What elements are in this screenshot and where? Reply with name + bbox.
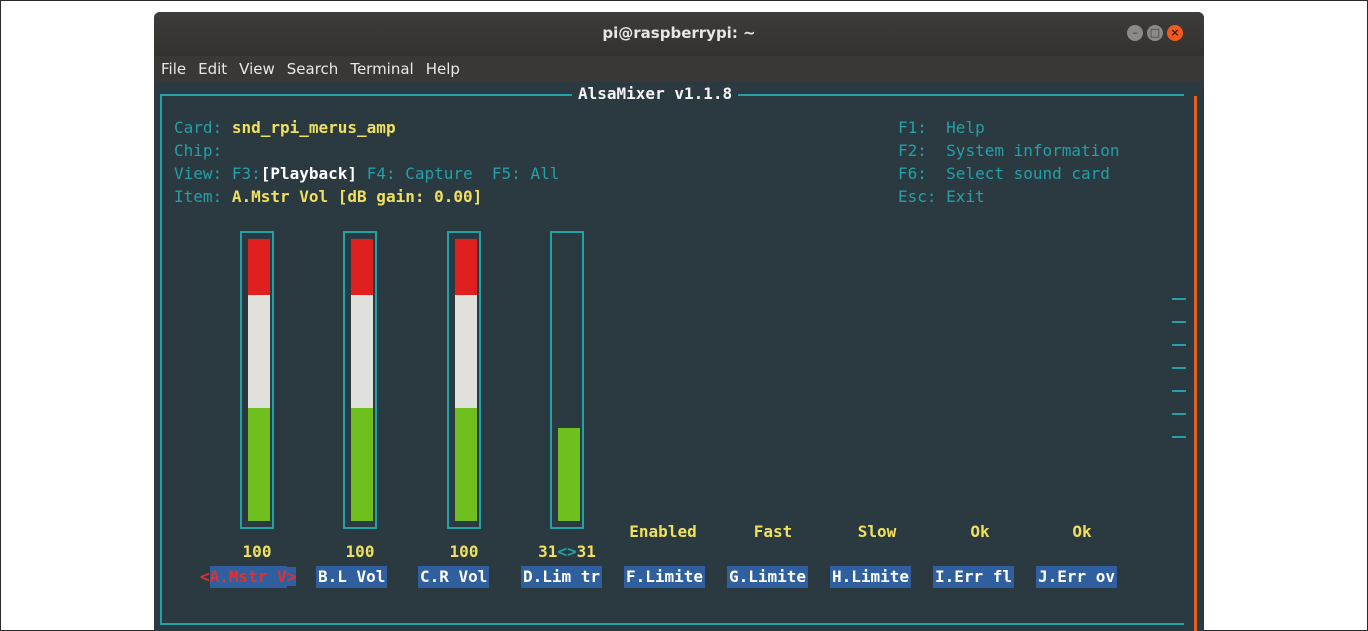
help-key: Esc: — [898, 187, 937, 206]
select-marker-left: < — [200, 567, 210, 586]
scroll-tick — [1172, 436, 1186, 438]
scroll-tick — [1172, 367, 1186, 369]
level-value-d: 31<>31 — [522, 542, 612, 561]
selected-control[interactable]: <A.Mstr V> — [200, 566, 297, 588]
bar-fill-green — [455, 408, 477, 521]
menu-help[interactable]: Help — [423, 56, 463, 82]
maximize-button[interactable]: □ — [1147, 25, 1163, 41]
level-separator: <> — [557, 542, 577, 561]
switch-status: Fast — [753, 522, 793, 541]
bar-fill-white — [248, 295, 270, 408]
view-playback[interactable]: [Playback] — [261, 164, 357, 183]
item-line: Item: A.Mstr Vol [dB gain: 0.00] — [174, 187, 482, 206]
scroll-tick — [1172, 413, 1186, 415]
control-f-limite[interactable]: F.Limite — [624, 566, 706, 588]
card-label: Card: — [174, 118, 223, 137]
scroll-tick — [1172, 298, 1186, 300]
switch-status: Enabled — [629, 522, 697, 541]
bar-fill-green — [351, 408, 373, 521]
menu-edit[interactable]: Edit — [195, 56, 230, 82]
mixer-title: AlsaMixer v1.1.8 — [572, 84, 739, 103]
chip-label: Chip: — [174, 141, 223, 160]
level-value-b: 100 — [345, 542, 375, 561]
help-label: Help — [946, 118, 985, 137]
switch-status: Ok — [1072, 522, 1092, 541]
control-j-err-ov[interactable]: J.Err ov — [1036, 566, 1118, 588]
help-label: Exit — [946, 187, 985, 206]
scroll-tick — [1172, 344, 1186, 346]
terminal-area[interactable]: AlsaMixer v1.1.8 Card: snd_rpi_merus_amp… — [154, 82, 1204, 631]
help-label: System information — [946, 141, 1120, 160]
volume-bar-a[interactable] — [240, 231, 274, 529]
volume-bar-d[interactable] — [550, 231, 584, 529]
level-left: 31 — [538, 542, 558, 561]
scroll-tick — [1172, 390, 1186, 392]
switch-status: Ok — [970, 522, 990, 541]
terminal-window[interactable]: pi@raspberrypi: ~ – □ × File Edit View Sear… — [154, 12, 1204, 631]
help-key: F2: — [898, 141, 927, 160]
control-d-lim-tr[interactable]: D.Lim tr — [521, 566, 603, 588]
view-line: View: F3:[Playback] F4: Capture F5: All — [174, 164, 559, 183]
view-f3-key[interactable]: F3: — [232, 164, 261, 183]
view-capture[interactable]: F4: Capture — [367, 164, 473, 183]
window-title: pi@raspberrypi: ~ — [602, 24, 756, 42]
view-all[interactable]: F5: All — [492, 164, 559, 183]
menu-terminal[interactable]: Terminal — [347, 56, 416, 82]
level-right: 31 — [576, 542, 596, 561]
help-key: F1: — [898, 118, 927, 137]
bar-fill-green — [558, 428, 580, 521]
menu-search[interactable]: Search — [284, 56, 342, 82]
help-esc: Esc: Exit — [898, 187, 985, 206]
bar-fill-red — [455, 239, 477, 295]
control-g-limite[interactable]: G.Limite — [727, 566, 809, 588]
select-marker-right: > — [286, 567, 297, 586]
control-a-mstr[interactable]: A.Mstr V — [209, 566, 287, 588]
bar-fill-red — [351, 239, 373, 295]
bar-fill-white — [351, 295, 373, 408]
level-value-c: 100 — [449, 542, 479, 561]
card-line: Card: snd_rpi_merus_amp — [174, 118, 396, 137]
help-f6: F6: Select sound card — [898, 164, 1110, 183]
control-i-err-fl[interactable]: I.Err fl — [933, 566, 1015, 588]
volume-bar-b[interactable] — [343, 231, 377, 529]
scroll-tick — [1172, 321, 1186, 323]
switch-status: Slow — [857, 522, 897, 541]
bar-fill-green — [248, 408, 270, 521]
close-button[interactable]: × — [1167, 25, 1183, 41]
bar-fill-red — [248, 239, 270, 295]
menu-view[interactable]: View — [236, 56, 278, 82]
chip-line: Chip: — [174, 141, 222, 160]
bar-fill-white — [455, 295, 477, 408]
view-label: View: — [174, 164, 223, 183]
menu-file[interactable]: File — [158, 56, 189, 82]
item-value: A.Mstr Vol [dB gain: 0.00] — [231, 187, 483, 206]
help-key: F6: — [898, 164, 927, 183]
control-h-limite[interactable]: H.Limite — [830, 566, 912, 588]
help-f2: F2: System information — [898, 141, 1120, 160]
item-label: Item: — [174, 187, 223, 206]
help-label: Select sound card — [946, 164, 1110, 183]
card-value: snd_rpi_merus_amp — [231, 118, 396, 137]
level-value-a: 100 — [242, 542, 272, 561]
menubar: File Edit View Search Terminal Help — [154, 56, 1204, 82]
minimize-button[interactable]: – — [1127, 25, 1143, 41]
volume-bar-c[interactable] — [447, 231, 481, 529]
scrollbar-track[interactable] — [1194, 96, 1197, 631]
control-b-l-vol[interactable]: B.L Vol — [316, 566, 388, 588]
control-c-r-vol[interactable]: C.R Vol — [418, 566, 490, 588]
titlebar[interactable]: pi@raspberrypi: ~ – □ × — [154, 12, 1204, 56]
help-f1: F1: Help — [898, 118, 985, 137]
